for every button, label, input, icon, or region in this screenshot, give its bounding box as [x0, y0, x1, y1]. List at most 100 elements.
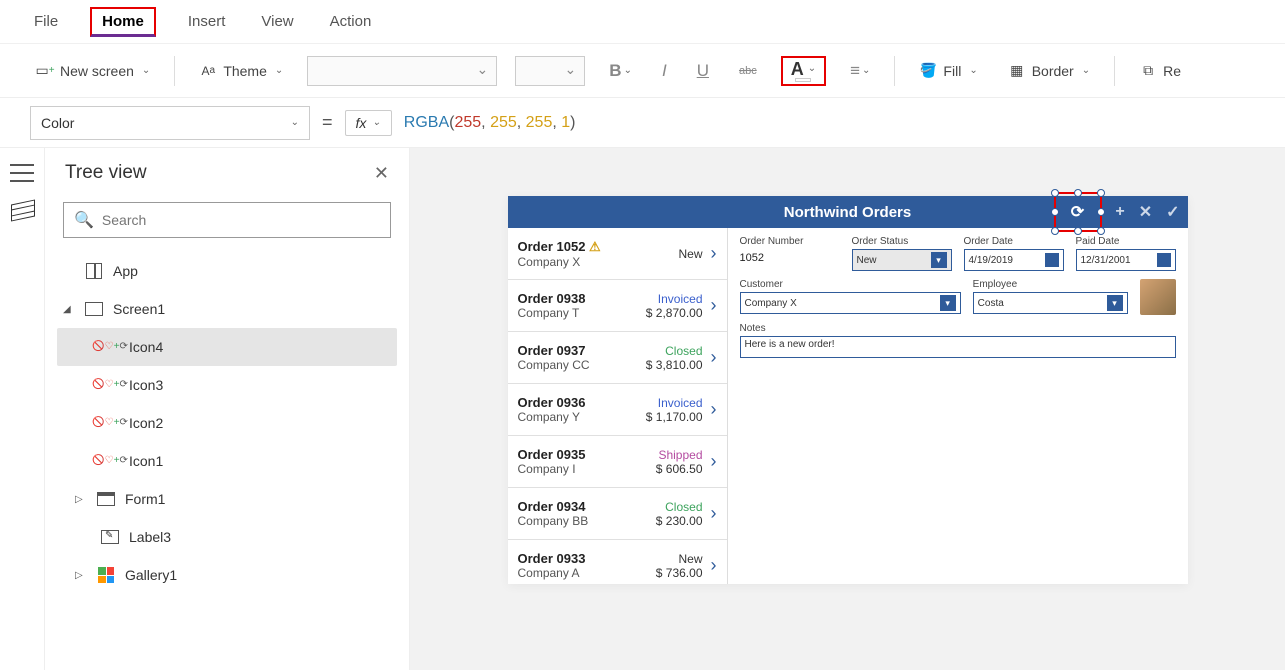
- reorder-button[interactable]: ⧉ Re: [1133, 58, 1187, 84]
- menu-file[interactable]: File: [30, 5, 62, 38]
- theme-button[interactable]: Aa Theme ⌄: [193, 58, 289, 84]
- notes-input[interactable]: Here is a new order!: [740, 336, 1176, 358]
- order-date-label: Order Date: [964, 236, 1064, 247]
- chevron-right-icon: ›: [703, 451, 717, 472]
- customer-label: Customer: [740, 279, 961, 290]
- italic-button[interactable]: I: [656, 61, 673, 81]
- save-icon[interactable]: ✓: [1166, 202, 1179, 222]
- chevron-down-icon: ⌄: [969, 65, 977, 76]
- employee-select[interactable]: Costa▾: [973, 292, 1128, 314]
- tree-view-title: Tree view: [65, 162, 147, 184]
- underline-button[interactable]: U: [691, 61, 715, 81]
- chevron-right-icon: ›: [703, 503, 717, 524]
- order-list-item[interactable]: Order 1052 ⚠Company XNew›: [508, 228, 727, 280]
- property-select[interactable]: Color ⌄: [30, 106, 310, 140]
- order-number: Order 0935: [518, 447, 633, 462]
- property-value: Color: [41, 115, 74, 131]
- menu-insert[interactable]: Insert: [184, 5, 230, 38]
- fill-button[interactable]: 🪣 Fill ⌄: [913, 58, 983, 84]
- calendar-icon: [1045, 253, 1059, 267]
- border-button[interactable]: ▦ Border ⌄: [1002, 58, 1096, 84]
- form-icon: [97, 492, 115, 506]
- formula-input[interactable]: RGBA(255, 255, 255, 1): [404, 106, 1255, 140]
- chevron-down-icon: ⌄: [808, 63, 816, 74]
- formula-bar: Color ⌄ = fx⌄ RGBA(255, 255, 255, 1): [0, 98, 1285, 148]
- new-screen-icon: ▭+: [36, 62, 54, 80]
- order-list-item[interactable]: Order 0933Company ANew$ 736.00›: [508, 540, 727, 584]
- chevron-right-icon: ›: [703, 243, 717, 264]
- ribbon-separator: [1114, 56, 1115, 86]
- formula-fn: RGBA: [404, 114, 449, 132]
- tree-item-label: Gallery1: [125, 567, 177, 583]
- hamburger-icon[interactable]: [10, 164, 34, 182]
- menu-view[interactable]: View: [257, 5, 297, 38]
- new-screen-button[interactable]: ▭+ New screen ⌄: [30, 58, 156, 84]
- order-list[interactable]: Order 1052 ⚠Company XNew›Order 0938Compa…: [508, 228, 728, 584]
- chevron-down-icon: ⌄: [291, 117, 299, 128]
- tree-item-app[interactable]: App: [57, 252, 397, 290]
- chevron-down-icon: ▾: [1107, 295, 1123, 311]
- menu-home[interactable]: Home: [90, 7, 156, 37]
- search-box[interactable]: 🔍: [63, 202, 391, 238]
- order-list-item[interactable]: Order 0935Company IShipped$ 606.50›: [508, 436, 727, 488]
- detail-form: Order Number1052 Order StatusNew▾ Order …: [728, 228, 1188, 584]
- paid-date-input[interactable]: 12/31/2001: [1076, 249, 1176, 271]
- fx-button[interactable]: fx⌄: [345, 110, 392, 136]
- order-list-item[interactable]: Order 0934Company BBClosed$ 230.00›: [508, 488, 727, 540]
- tree-item-form1[interactable]: ▷ Form1: [57, 480, 397, 518]
- order-amount: $ 606.50: [633, 462, 703, 476]
- order-company: Company Y: [518, 410, 633, 424]
- order-number-value: 1052: [740, 249, 840, 267]
- tree-item-gallery1[interactable]: ▷ Gallery1: [57, 556, 397, 594]
- ribbon-separator: [894, 56, 895, 86]
- strikethrough-button[interactable]: abc: [733, 65, 763, 77]
- chevron-right-icon: ›: [703, 347, 717, 368]
- tree-item-screen1[interactable]: ◢ Screen1: [57, 290, 397, 328]
- font-family-select[interactable]: [307, 56, 497, 86]
- canvas[interactable]: Northwind Orders ⟳ + ✕ ✓ Order 1052 ⚠Com…: [410, 148, 1285, 670]
- sync-icon: 🚫♡+⟳: [99, 452, 121, 470]
- order-date-input[interactable]: 4/19/2019: [964, 249, 1064, 271]
- order-status: Shipped: [633, 448, 703, 462]
- order-list-item[interactable]: Order 0936Company YInvoiced$ 1,170.00›: [508, 384, 727, 436]
- tree-item-icon1[interactable]: 🚫♡+⟳ Icon1: [57, 442, 397, 480]
- order-status-select[interactable]: New▾: [852, 249, 952, 271]
- customer-select[interactable]: Company X▾: [740, 292, 961, 314]
- order-number: Order 0933: [518, 551, 633, 566]
- chevron-right-icon: ›: [703, 555, 717, 576]
- font-color-button[interactable]: A⌄: [781, 56, 826, 86]
- warning-icon: ⚠: [589, 239, 601, 254]
- caret-right-icon[interactable]: ▷: [75, 570, 87, 581]
- order-status: New: [633, 552, 703, 566]
- order-company: Company X: [518, 255, 633, 269]
- caret-right-icon[interactable]: ▷: [75, 494, 87, 505]
- order-number-label: Order Number: [740, 236, 840, 247]
- tree-item-icon3[interactable]: 🚫♡+⟳ Icon3: [57, 366, 397, 404]
- menu-action[interactable]: Action: [326, 5, 376, 38]
- add-icon[interactable]: +: [1115, 203, 1124, 221]
- cancel-icon[interactable]: ✕: [1139, 202, 1152, 222]
- bold-button[interactable]: B⌄: [603, 61, 638, 81]
- tree-item-label: App: [113, 263, 138, 279]
- tree-item-icon4[interactable]: 🚫♡+⟳ Icon4: [57, 328, 397, 366]
- caret-down-icon[interactable]: ◢: [63, 304, 75, 315]
- tree-item-label3[interactable]: Label3: [57, 518, 397, 556]
- theme-icon: Aa: [199, 62, 217, 80]
- search-input[interactable]: [102, 212, 380, 228]
- search-icon: 🔍: [74, 210, 94, 230]
- tree-view-tab[interactable]: [0, 202, 33, 218]
- border-label: Border: [1032, 63, 1074, 79]
- font-size-select[interactable]: [515, 56, 585, 86]
- font-color-icon: A: [791, 60, 804, 78]
- order-company: Company I: [518, 462, 633, 476]
- selected-control-icon4[interactable]: ⟳: [1054, 192, 1102, 232]
- close-icon[interactable]: ✕: [374, 163, 389, 184]
- reorder-icon: ⧉: [1139, 62, 1157, 80]
- tree-item-icon2[interactable]: 🚫♡+⟳ Icon2: [57, 404, 397, 442]
- order-list-item[interactable]: Order 0938Company TInvoiced$ 2,870.00›: [508, 280, 727, 332]
- order-list-item[interactable]: Order 0937Company CCClosed$ 3,810.00›: [508, 332, 727, 384]
- menu-bar: File Home Insert View Action: [0, 0, 1285, 44]
- header-actions: + ✕ ✓: [1115, 202, 1179, 222]
- align-button[interactable]: ≡⌄: [844, 61, 876, 81]
- app-title: Northwind Orders: [784, 204, 912, 221]
